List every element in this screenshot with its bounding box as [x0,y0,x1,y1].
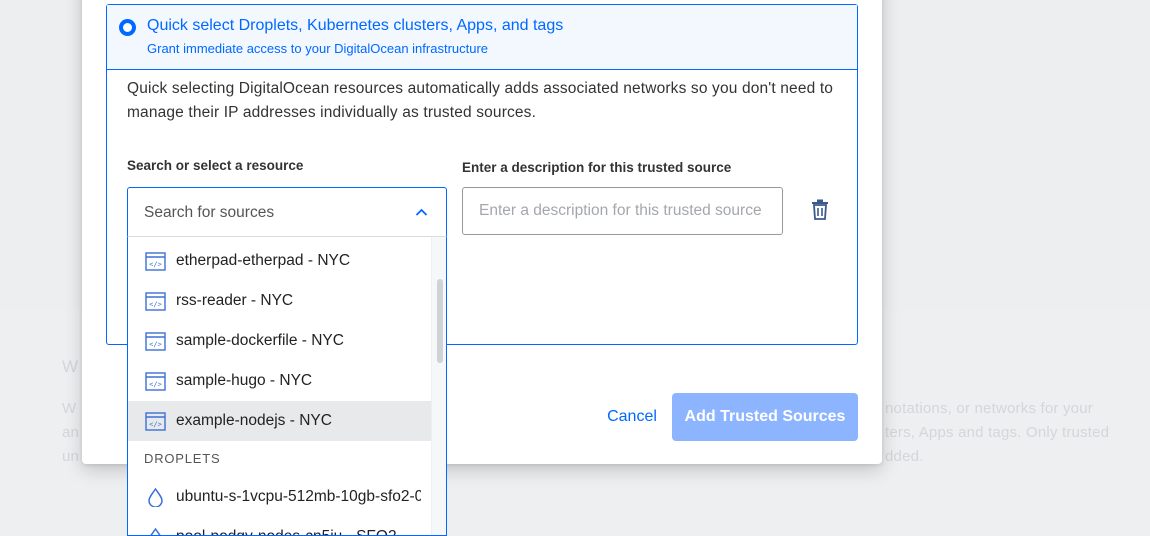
search-resource-label: Search or select a resource [127,158,304,173]
dropdown-item-label: ubuntu-s-1vcpu-512mb-10gb-sfo2-0 [176,488,421,505]
dropdown-item-label: rss-reader - NYC [176,292,294,309]
resource-dropdown-list: </> etherpad-etherpad - NYC </> rss-read… [127,236,447,536]
app-icon: </> [145,371,166,391]
app-icon: </> [145,251,166,271]
background-text-fragment: W [62,400,77,417]
svg-text:</>: </> [149,420,162,428]
chevron-up-icon[interactable] [415,206,428,219]
app-icon: </> [145,411,166,431]
droplet-icon [148,487,163,507]
dropdown-item-droplet[interactable]: ubuntu-s-1vcpu-512mb-10gb-sfo2-0 [128,477,431,517]
quick-select-option-header[interactable]: Quick select Droplets, Kubernetes cluste… [107,5,857,70]
search-sources-select[interactable]: Search for sources [127,187,447,237]
svg-text:</>: </> [149,380,162,388]
dropdown-item-label: etherpad-etherpad - NYC [176,252,351,269]
description-input[interactable] [462,187,783,235]
option-subtitle: Grant immediate access to your DigitalOc… [147,41,489,56]
option-description: Quick selecting DigitalOcean resources a… [127,80,834,121]
dropdown-item-droplet[interactable]: pool-podgy-nodes-cn5iu - SFO2 [128,517,431,535]
dropdown-item-label: sample-dockerfile - NYC [176,332,344,349]
dropdown-group-droplets: DROPLETS [144,451,221,466]
dropdown-scrollbar-thumb[interactable] [437,279,443,363]
dropdown-item-app[interactable]: </> rss-reader - NYC [128,281,431,321]
svg-text:</>: </> [149,260,162,268]
background-text-fragment: ters, Apps and tags. Only trusted [885,424,1110,441]
background-text-fragment: an [62,424,80,441]
dropdown-item-app-highlighted[interactable]: </> example-nodejs - NYC [128,401,431,441]
trash-icon[interactable] [810,199,830,221]
search-sources-text: Search for sources [144,204,275,221]
dropdown-item-label: example-nodejs - NYC [176,412,332,429]
dropdown-item-label: sample-hugo - NYC [176,372,313,389]
add-trusted-sources-button[interactable]: Add Trusted Sources [672,393,858,441]
quick-select-radio[interactable] [119,19,136,36]
dropdown-item-app[interactable]: </> sample-hugo - NYC [128,361,431,401]
dropdown-item-app[interactable]: </> etherpad-etherpad - NYC [128,241,431,281]
description-label: Enter a description for this trusted sou… [462,160,732,175]
option-title: Quick select Droplets, Kubernetes cluste… [147,17,564,34]
dropdown-scrollbar[interactable] [431,237,446,535]
background-text-fragment: un [62,448,80,465]
svg-text:</>: </> [149,300,162,308]
background-heading-fragment: W [62,357,79,376]
droplet-icon [150,527,161,535]
dropdown-item-label: pool-podgy-nodes-cn5iu - SFO2 [176,528,421,535]
svg-text:</>: </> [149,340,162,348]
background-text-fragment: dded. [885,448,924,465]
dropdown-item-app[interactable]: </> sample-dockerfile - NYC [128,321,431,361]
cancel-button[interactable]: Cancel [600,393,664,441]
background-text-fragment: notations, or networks for your [885,400,1093,417]
app-icon: </> [145,331,166,351]
app-icon: </> [145,291,166,311]
